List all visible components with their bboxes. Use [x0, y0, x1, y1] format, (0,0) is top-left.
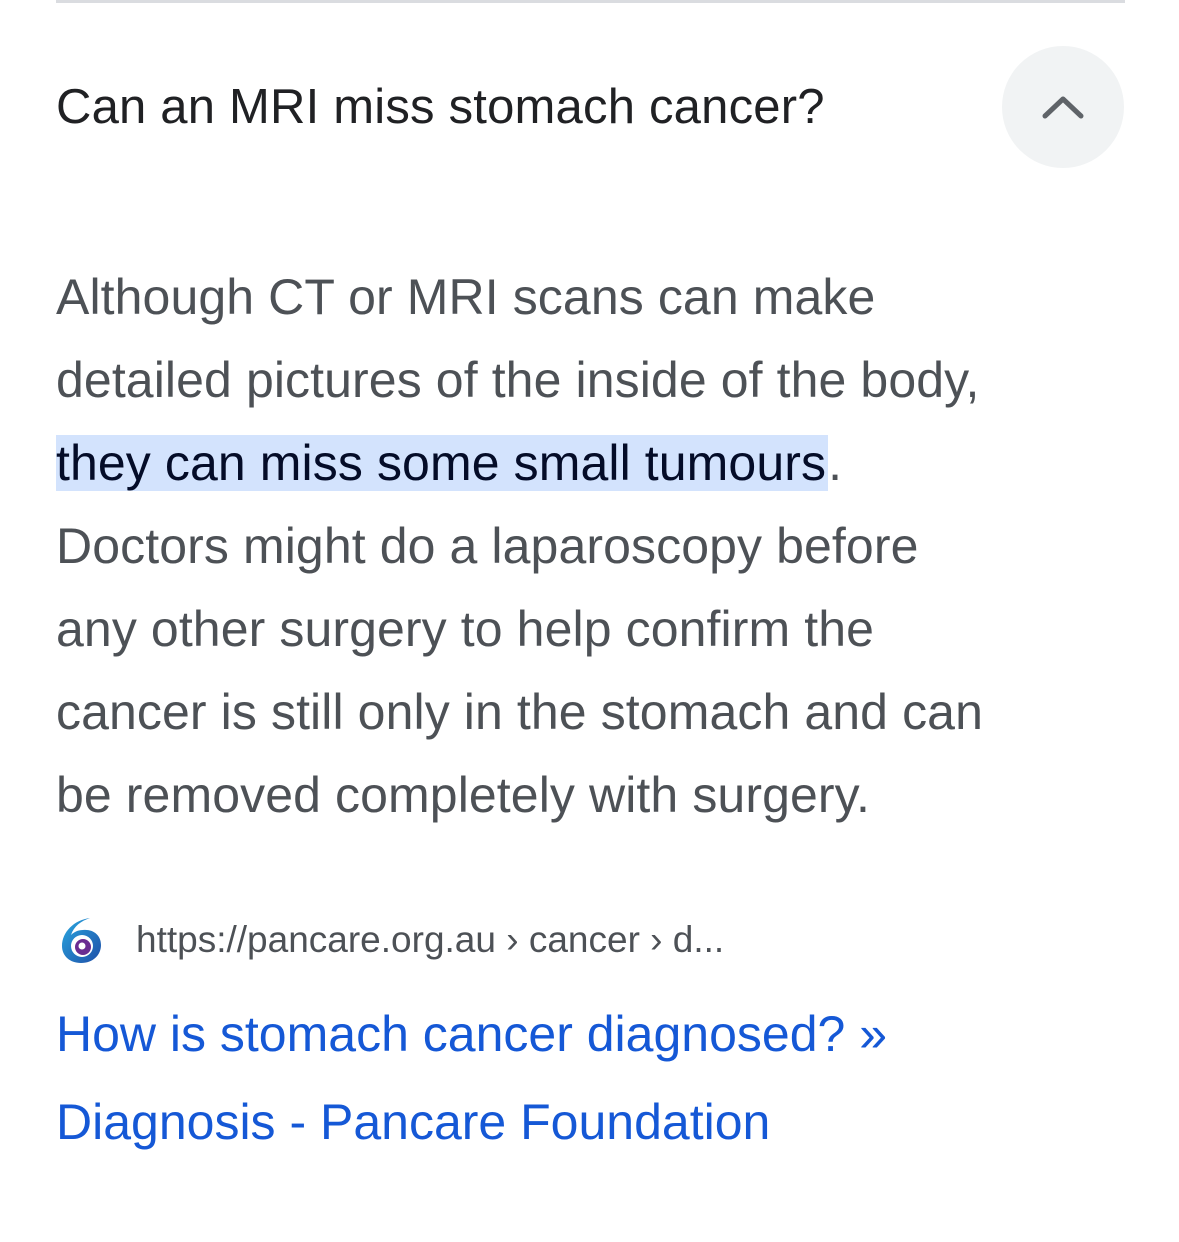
result-title-line[interactable]: How is stomach cancer diagnosed? »: [56, 990, 1136, 1078]
pancare-logo-icon: [62, 918, 101, 963]
answer-line: Doctors might do a laparoscopy before: [56, 518, 919, 574]
answer-line: be removed completely with surgery.: [56, 767, 871, 823]
source-row[interactable]: https://pancare.org.au › cancer › d...: [56, 912, 724, 968]
result-title-link[interactable]: How is stomach cancer diagnosed? » Diagn…: [56, 990, 1136, 1166]
answer-line: cancer is still only in the stomach and …: [56, 684, 983, 740]
answer-line: any other surgery to help confirm the: [56, 601, 875, 657]
featured-snippet-card: Can an MRI miss stomach cancer? Although…: [0, 0, 1179, 1242]
collapse-button[interactable]: [1002, 46, 1124, 168]
top-divider: [56, 0, 1125, 3]
answer-highlight-tail: .: [828, 435, 843, 491]
source-url[interactable]: https://pancare.org.au › cancer › d...: [136, 919, 724, 961]
answer-highlight: they can miss some small tumours: [56, 435, 829, 491]
answer-line: detailed pictures of the inside of the b…: [56, 352, 980, 408]
question-heading[interactable]: Can an MRI miss stomach cancer?: [56, 72, 976, 142]
answer-text: Although CT or MRI scans can make detail…: [56, 256, 1136, 837]
chevron-up-icon: [1042, 96, 1084, 119]
answer-line: Although CT or MRI scans can make: [56, 269, 876, 325]
answer-highlight-line: they can miss some small tumours.: [56, 422, 1136, 505]
result-title-line[interactable]: Diagnosis - Pancare Foundation: [56, 1078, 1136, 1166]
